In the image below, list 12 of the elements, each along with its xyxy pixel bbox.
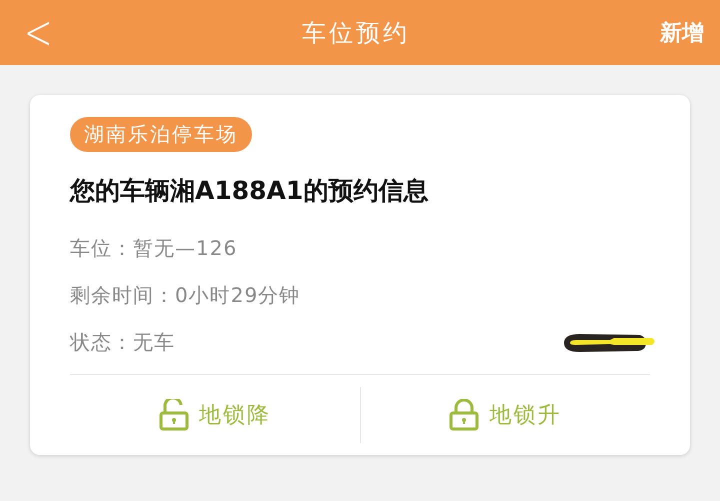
add-button[interactable]: 新增 bbox=[648, 18, 704, 48]
padlock-icon bbox=[449, 399, 480, 431]
page-title: 车位预约 bbox=[302, 18, 410, 48]
detail-text: 车位：暂无—126 bbox=[70, 235, 238, 262]
reservation-heading: 您的车辆湘A188A1的预约信息 bbox=[70, 175, 430, 207]
parking-lot-badge: 湖南乐泊停车场 bbox=[70, 117, 252, 152]
detail-text: 状态：无车 bbox=[70, 329, 175, 356]
unlocked-padlock-icon bbox=[158, 399, 189, 431]
detail-text: 剩余时间：0小时29分钟 bbox=[70, 282, 300, 309]
lock-button[interactable]: 地锁降 bbox=[70, 375, 360, 455]
back-button[interactable]: < bbox=[24, 8, 64, 56]
lock-button[interactable]: 地锁升 bbox=[360, 375, 650, 455]
